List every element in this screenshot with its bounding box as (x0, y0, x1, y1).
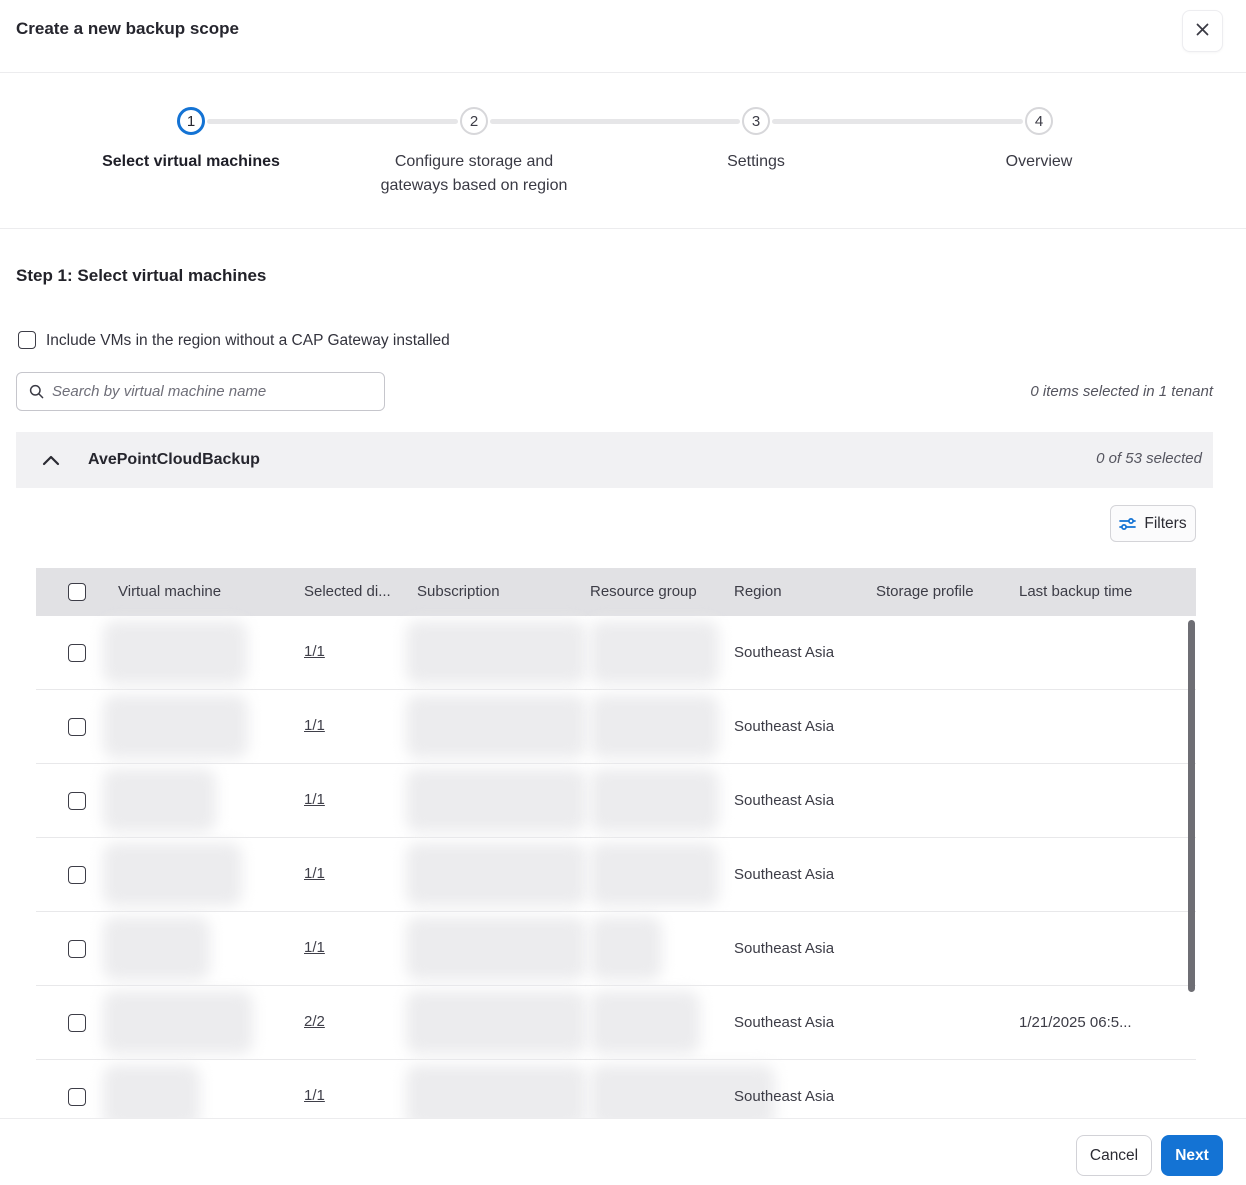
step-3-circle: 3 (742, 107, 770, 135)
page-title: Create a new backup scope (16, 19, 239, 38)
row-checkbox[interactable] (68, 866, 86, 884)
filters-icon (1119, 517, 1137, 531)
row-checkbox[interactable] (68, 718, 86, 736)
row-checkbox[interactable] (68, 792, 86, 810)
vm-name-redacted (103, 621, 247, 684)
include-vms-label: Include VMs in the region without a CAP … (46, 332, 450, 349)
table-row: 1/1 Southeast Asia (36, 912, 1196, 986)
search-input[interactable] (52, 383, 374, 400)
region-value: Southeast Asia (734, 718, 835, 735)
vm-name-redacted (103, 991, 253, 1054)
last-backup-value: 1/21/2025 06:5... (1019, 1014, 1132, 1031)
step-1-circle: 1 (177, 107, 205, 135)
table-header-row: Virtual machine Selected di... Subscript… (36, 568, 1196, 616)
step-4-number: 4 (1034, 112, 1044, 130)
resource-group-redacted (590, 991, 700, 1054)
include-vms-checkbox[interactable] (18, 331, 36, 349)
step-4-label: Overview (1005, 153, 1073, 170)
subscription-redacted (406, 991, 586, 1054)
col-storage-profile: Storage profile (876, 583, 974, 600)
cancel-button[interactable]: Cancel (1076, 1135, 1152, 1176)
search-icon (29, 384, 44, 399)
stepper-connector-3 (772, 119, 1023, 124)
footer-divider (0, 1118, 1246, 1119)
selected-disks-link[interactable]: 1/1 (304, 1087, 325, 1104)
close-icon (1196, 23, 1209, 39)
select-all-checkbox[interactable] (68, 583, 86, 601)
step-1-label: Select virtual machines (102, 153, 280, 170)
vm-name-redacted (103, 695, 248, 758)
subscription-redacted (406, 621, 586, 684)
row-checkbox[interactable] (68, 644, 86, 662)
row-checkbox[interactable] (68, 1014, 86, 1032)
step-3-number: 3 (751, 112, 761, 130)
table-row: 1/1 Southeast Asia (36, 764, 1196, 838)
tenant-name: AvePointCloudBackup (88, 451, 260, 468)
region-value: Southeast Asia (734, 1014, 835, 1031)
region-value: Southeast Asia (734, 644, 835, 661)
selected-disks-link[interactable]: 1/1 (304, 717, 325, 734)
col-subscription: Subscription (417, 583, 500, 600)
tenant-accordion-header[interactable]: AvePointCloudBackup 0 of 53 selected (16, 432, 1213, 488)
filters-label: Filters (1144, 514, 1187, 532)
region-value: Southeast Asia (734, 1088, 835, 1105)
tenant-selected-summary: 0 of 53 selected (1096, 450, 1202, 467)
selected-disks-link[interactable]: 1/1 (304, 865, 325, 882)
resource-group-redacted (590, 769, 719, 832)
items-selected-summary: 0 items selected in 1 tenant (1030, 383, 1213, 400)
resource-group-redacted (590, 621, 719, 684)
subscription-redacted (406, 769, 586, 832)
selected-disks-link[interactable]: 2/2 (304, 1013, 325, 1030)
subscription-redacted (406, 695, 586, 758)
step-3-label: Settings (727, 153, 785, 170)
vm-name-redacted (103, 917, 210, 980)
vm-name-redacted (103, 1065, 200, 1118)
col-last-backup: Last backup time (1019, 583, 1133, 600)
step-4-circle: 4 (1025, 107, 1053, 135)
stepper-connector-1 (207, 119, 458, 124)
vm-table: Virtual machine Selected di... Subscript… (36, 568, 1196, 1118)
subscription-redacted (406, 843, 586, 906)
col-virtual-machine: Virtual machine (118, 583, 222, 600)
table-row: 2/2 Southeast Asia 1/21/2025 06:5... (36, 986, 1196, 1060)
table-scrollbar-thumb[interactable] (1188, 620, 1195, 992)
subscription-redacted (406, 1065, 586, 1118)
vm-name-redacted (103, 843, 242, 906)
step-2-circle: 2 (460, 107, 488, 135)
region-value: Southeast Asia (734, 940, 835, 957)
region-value: Southeast Asia (734, 792, 835, 809)
row-checkbox[interactable] (68, 1088, 86, 1106)
col-resource-group: Resource group (590, 583, 697, 600)
table-row: 1/1 Southeast Asia (36, 1060, 1196, 1118)
table-row: 1/1 Southeast Asia (36, 690, 1196, 764)
stepper-connector-2 (490, 119, 740, 124)
table-row: 1/1 Southeast Asia (36, 616, 1196, 690)
subscription-redacted (406, 917, 586, 980)
table-row: 1/1 Southeast Asia (36, 838, 1196, 912)
col-region: Region (734, 583, 782, 600)
selected-disks-link[interactable]: 1/1 (304, 791, 325, 808)
vm-search-box[interactable] (16, 372, 385, 411)
chevron-up-icon (42, 455, 60, 466)
selected-disks-link[interactable]: 1/1 (304, 643, 325, 660)
resource-group-redacted (590, 843, 719, 906)
header-divider (0, 72, 1246, 73)
step-1-number: 1 (186, 112, 196, 130)
region-value: Southeast Asia (734, 866, 835, 883)
step-heading: Step 1: Select virtual machines (16, 266, 267, 285)
selected-disks-link[interactable]: 1/1 (304, 939, 325, 956)
vm-name-redacted (103, 769, 216, 832)
next-button[interactable]: Next (1161, 1135, 1223, 1176)
tenant-accordion: AvePointCloudBackup 0 of 53 selected Fil… (16, 432, 1213, 1118)
step-2-number: 2 (469, 112, 479, 130)
filters-button[interactable]: Filters (1110, 505, 1196, 542)
row-checkbox[interactable] (68, 940, 86, 958)
step-2-label: Configure storage and gateways based on … (380, 153, 568, 194)
stepper-divider (0, 228, 1246, 229)
resource-group-redacted (590, 917, 662, 980)
col-selected-disks: Selected di... (304, 583, 391, 600)
resource-group-redacted (590, 695, 719, 758)
close-button[interactable] (1182, 10, 1223, 52)
